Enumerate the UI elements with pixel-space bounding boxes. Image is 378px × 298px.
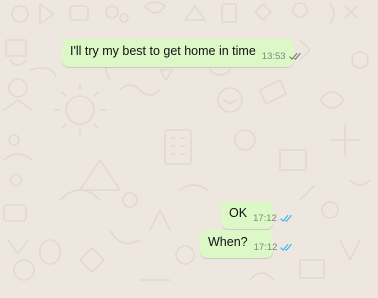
outgoing-message[interactable]: When? 17:12 xyxy=(200,230,293,258)
message-time: 13:53 xyxy=(261,50,286,62)
message-text: When? xyxy=(208,235,248,249)
outgoing-message[interactable]: I'll try my best to get home in time 13:… xyxy=(62,39,301,67)
double-check-icon xyxy=(280,214,292,222)
message-meta: 17:12 xyxy=(254,242,295,253)
message-text: I'll try my best to get home in time xyxy=(70,44,256,58)
message-time: 17:12 xyxy=(253,241,278,253)
message-meta: 17:12 xyxy=(253,213,294,224)
double-check-icon xyxy=(288,52,301,60)
double-check-icon xyxy=(280,243,293,251)
message-time: 17:12 xyxy=(253,212,277,224)
message-text: OK xyxy=(229,206,248,220)
message-meta: 13:53 xyxy=(262,51,303,62)
outgoing-message[interactable]: OK 17:12 xyxy=(221,201,292,229)
